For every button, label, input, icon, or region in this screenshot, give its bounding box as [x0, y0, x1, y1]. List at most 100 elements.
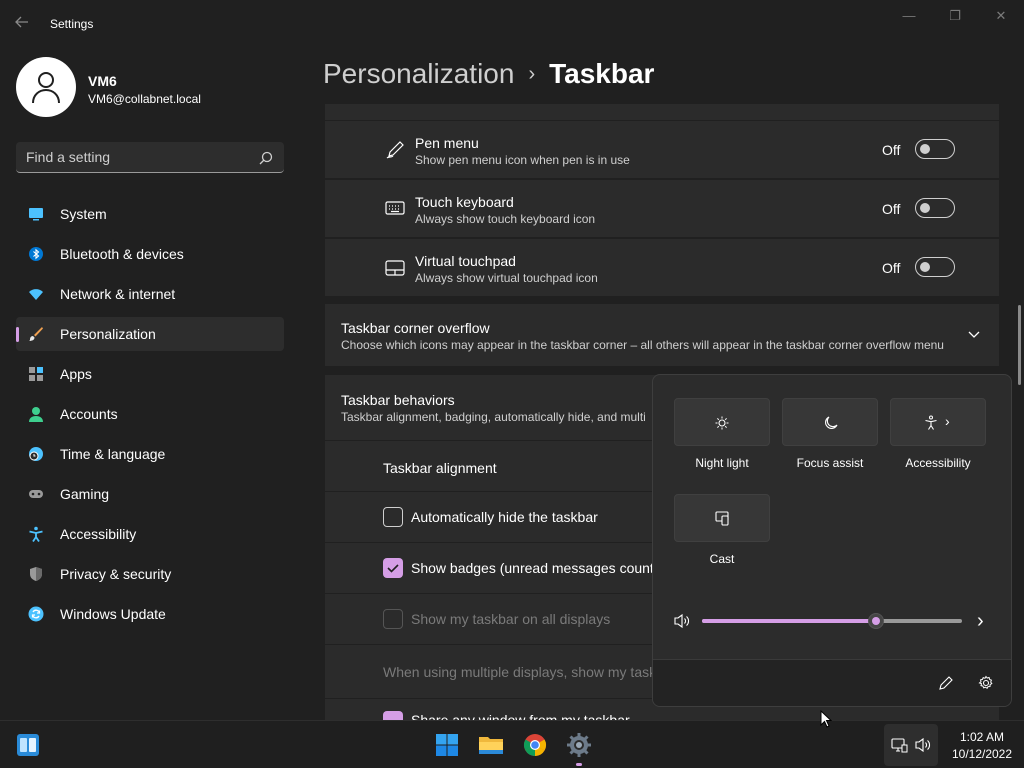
- sidebar-item-personalization[interactable]: Personalization: [16, 317, 284, 351]
- taskbar-corner-overflow-expander[interactable]: Taskbar corner overflow Choose which ico…: [325, 304, 999, 366]
- sidebar-item-label: Gaming: [60, 486, 110, 502]
- quick-settings-flyout: Night light Focus assist › Accessibility…: [652, 374, 1012, 707]
- wifi-icon: [29, 289, 43, 300]
- avatar[interactable]: [16, 57, 76, 117]
- taskbar-alignment-label: Taskbar alignment: [383, 460, 497, 476]
- sidebar-item-label: Personalization: [60, 326, 156, 342]
- gear-icon[interactable]: [978, 675, 994, 691]
- row-title: Pen menu: [415, 135, 479, 151]
- apps-icon: [29, 367, 43, 381]
- sidebar-item-privacy[interactable]: Privacy & security: [16, 557, 284, 591]
- widgets-icon[interactable]: [14, 731, 42, 759]
- auto-hide-checkbox[interactable]: [383, 507, 403, 527]
- volume-icon: [915, 737, 930, 753]
- system-tray[interactable]: [884, 724, 938, 766]
- taskbar: 1:02 AM 10/12/2022: [0, 720, 1024, 768]
- accessibility-icon: [29, 526, 43, 542]
- clock-date[interactable]: 10/12/2022: [940, 747, 1024, 761]
- settings-app-icon[interactable]: [565, 731, 593, 759]
- app-title: Settings: [50, 17, 94, 31]
- sidebar-item-accounts[interactable]: Accounts: [16, 397, 284, 431]
- row-description: Choose which icons may appear in the tas…: [341, 338, 944, 352]
- sidebar-item-time-language[interactable]: Time & language: [16, 437, 284, 471]
- checkbox-label: Show my taskbar on all displays: [411, 611, 611, 627]
- shield-icon: [30, 567, 42, 581]
- clock-time[interactable]: 1:02 AM: [940, 730, 1024, 744]
- sidebar-item-label: Windows Update: [60, 606, 166, 622]
- brush-icon: [29, 327, 43, 341]
- bluetooth-icon: [29, 247, 43, 261]
- touch-keyboard-toggle[interactable]: [915, 198, 955, 218]
- toggle-knob: [920, 262, 930, 272]
- pencil-icon[interactable]: [938, 675, 954, 691]
- breadcrumb-parent[interactable]: Personalization: [323, 58, 514, 89]
- pen-icon: [386, 141, 404, 159]
- cast-icon: [715, 511, 729, 526]
- chrome-icon[interactable]: [521, 731, 549, 759]
- brightness-icon: [715, 416, 729, 430]
- row-title: Virtual touchpad: [415, 253, 516, 269]
- person-icon: [32, 72, 60, 104]
- pen-menu-toggle[interactable]: [915, 139, 955, 159]
- toggle-state: Off: [882, 201, 901, 217]
- active-indicator: [16, 327, 19, 342]
- chevron-right-icon: ›: [945, 413, 950, 429]
- setting-row-pen-menu: Pen menu Show pen menu icon when pen is …: [325, 121, 999, 178]
- toggle-state: Off: [882, 142, 901, 158]
- row-description: Show pen menu icon when pen is in use: [415, 153, 630, 167]
- setting-row-touch-keyboard: Touch keyboard Always show touch keyboar…: [325, 180, 999, 237]
- search-box[interactable]: [16, 142, 284, 173]
- sidebar-item-label: Accessibility: [60, 526, 137, 542]
- search-icon[interactable]: [258, 150, 274, 166]
- virtual-touchpad-toggle[interactable]: [915, 257, 955, 277]
- close-button[interactable]: ✕: [978, 8, 1024, 24]
- touchpad-icon: [385, 260, 405, 276]
- search-input[interactable]: [26, 148, 246, 166]
- breadcrumb-separator: ›: [528, 63, 536, 85]
- show-all-displays-checkbox[interactable]: [383, 609, 403, 629]
- share-window-checkbox[interactable]: [383, 711, 403, 720]
- sidebar-item-label: Privacy & security: [60, 566, 172, 582]
- row-description: Always show virtual touchpad icon: [415, 271, 598, 285]
- sidebar-item-accessibility[interactable]: Accessibility: [16, 517, 284, 551]
- toggle-state: Off: [882, 260, 901, 276]
- volume-slider-fill: [702, 619, 877, 623]
- breadcrumb: Personalization › Taskbar: [323, 58, 654, 90]
- night-light-tile[interactable]: [674, 398, 770, 446]
- sidebar-item-apps[interactable]: Apps: [16, 357, 284, 391]
- sidebar-item-network[interactable]: Network & internet: [16, 277, 284, 311]
- checkbox-label: Automatically hide the taskbar: [411, 509, 598, 525]
- volume-mixer-chevron-icon[interactable]: ›: [977, 610, 984, 633]
- focus-assist-tile[interactable]: [782, 398, 878, 446]
- back-button[interactable]: [14, 14, 34, 34]
- sidebar-item-system[interactable]: System: [16, 197, 284, 231]
- file-explorer-icon[interactable]: [477, 731, 505, 759]
- volume-slider[interactable]: [702, 613, 962, 629]
- minimize-button[interactable]: —: [886, 8, 932, 24]
- profile-name: VM6: [88, 73, 117, 89]
- chevron-down-icon: [968, 331, 980, 338]
- start-icon[interactable]: [433, 731, 461, 759]
- cast-tile[interactable]: [674, 494, 770, 542]
- accessibility-tile[interactable]: ›: [890, 398, 986, 446]
- flyout-footer: [653, 659, 1011, 706]
- maximize-button[interactable]: ❐: [932, 8, 978, 24]
- speaker-icon[interactable]: [673, 613, 691, 629]
- accessibility-icon: [925, 415, 937, 430]
- multi-display-label: When using multiple displays, show my ta…: [383, 664, 657, 680]
- scrollbar-thumb[interactable]: [1018, 305, 1021, 385]
- checkbox-label: Show badges (unread messages counte: [411, 560, 662, 576]
- page-title: Taskbar: [549, 58, 655, 89]
- sidebar-item-gaming[interactable]: Gaming: [16, 477, 284, 511]
- card-top-edge: [325, 104, 999, 120]
- sidebar-item-label: System: [60, 206, 107, 222]
- sidebar-item-windows-update[interactable]: Windows Update: [16, 597, 284, 631]
- profile-email: VM6@collabnet.local: [88, 92, 201, 106]
- row-title: Touch keyboard: [415, 194, 514, 210]
- checkbox-label: Share any window from my taskbar: [411, 712, 630, 720]
- volume-slider-thumb[interactable]: [868, 613, 885, 629]
- sidebar-item-label: Accounts: [60, 406, 118, 422]
- show-badges-checkbox[interactable]: [383, 558, 403, 578]
- sidebar-item-bluetooth[interactable]: Bluetooth & devices: [16, 237, 284, 271]
- toggle-knob: [920, 144, 930, 154]
